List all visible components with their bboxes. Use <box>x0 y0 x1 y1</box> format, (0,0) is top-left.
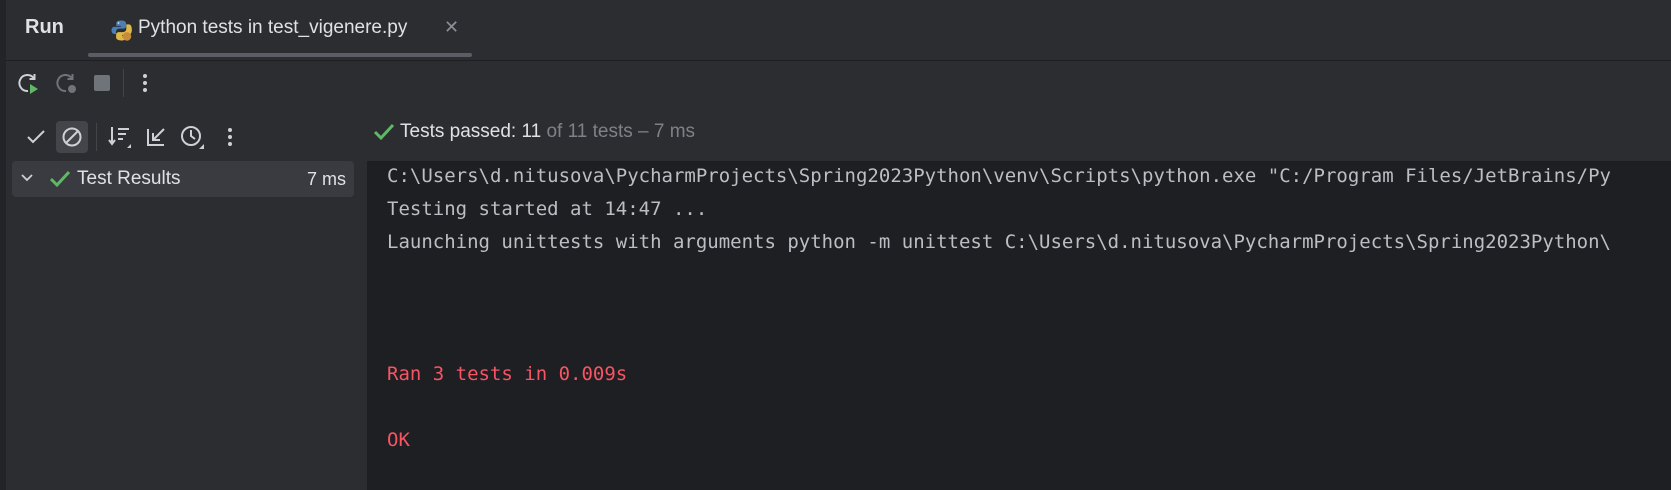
rerun-failed-icon[interactable] <box>52 69 80 97</box>
close-icon[interactable]: ✕ <box>444 17 459 38</box>
console-line: Launching unittests with arguments pytho… <box>387 231 1611 253</box>
tests-summary: of 11 tests – 7 ms <box>541 121 696 142</box>
console-line: C:\Users\d.nitusova\PycharmProjects\Spri… <box>387 165 1611 187</box>
test-history-icon[interactable] <box>178 123 206 151</box>
show-passed-icon[interactable] <box>22 123 50 151</box>
chevron-down-icon[interactable] <box>20 171 34 190</box>
console-line: Ran 3 tests in 0.009s <box>387 363 628 385</box>
more-options-icon[interactable] <box>216 123 244 151</box>
passed-check-icon <box>49 169 71 194</box>
show-ignored-icon[interactable] <box>56 121 88 153</box>
tab-python-tests[interactable]: Python tests in test_vigenere.py ✕ <box>88 0 478 60</box>
tab-title: Python tests in test_vigenere.py <box>138 17 408 38</box>
rerun-icon[interactable] <box>14 69 42 97</box>
console-line: Testing started at 14:47 ... <box>387 198 708 220</box>
active-tab-indicator <box>88 53 472 57</box>
tree-item-label: Test Results <box>77 168 181 189</box>
run-toolbar <box>6 61 1671 111</box>
run-tool-window-title: Run <box>25 16 64 38</box>
python-icon <box>110 19 132 41</box>
sort-icon[interactable] <box>106 123 134 151</box>
collapse-icon[interactable] <box>142 123 170 151</box>
tool-window-header: Run Python tests in test_vigenere.py ✕ <box>6 0 1671 61</box>
test-status-summary: Tests passed: 11 of 11 tests – 7 ms <box>400 121 695 143</box>
stop-icon[interactable] <box>88 69 116 97</box>
passed-check-icon <box>373 122 395 147</box>
test-tree-panel: Test Results 7 ms <box>6 111 367 490</box>
tree-item-duration: 7 ms <box>306 169 346 189</box>
toolbar-separator <box>96 123 97 151</box>
console-output[interactable]: C:\Users\d.nitusova\PycharmProjects\Spri… <box>367 161 1671 490</box>
tests-passed-label: Tests passed: 11 <box>400 121 542 142</box>
toolbar-separator <box>123 69 124 97</box>
console-line: OK <box>387 429 410 451</box>
tree-item-test-results[interactable]: Test Results 7 ms <box>12 161 354 197</box>
more-options-icon[interactable] <box>131 69 159 97</box>
